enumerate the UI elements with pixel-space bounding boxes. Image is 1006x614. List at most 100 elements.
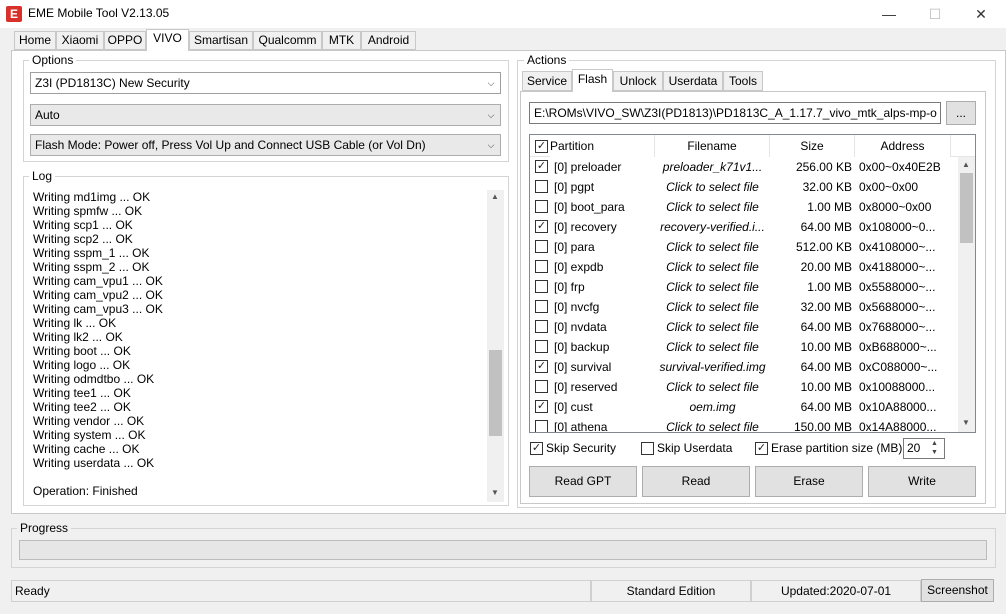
partition-cell: [0] recovery [554, 220, 617, 234]
table-scrollbar[interactable]: ▲ ▼ [958, 157, 975, 432]
table-row[interactable]: ✓ [0] recovery recovery-verified.i... 64.00… [530, 217, 958, 237]
log-scroll-thumb[interactable] [489, 350, 502, 436]
tab-qualcomm[interactable]: Qualcomm [253, 31, 322, 50]
minimize-icon[interactable]: — [866, 0, 912, 28]
table-row[interactable]: [0] athena Click to select file 150.00 MB 0… [530, 417, 958, 432]
address-cell: 0xC088000~... [859, 360, 938, 374]
write-button[interactable]: Write [868, 466, 976, 497]
row-checkbox[interactable] [535, 260, 548, 273]
scroll-down-icon[interactable]: ▼ [958, 418, 974, 427]
spin-up-icon[interactable]: ▲ [931, 439, 938, 448]
skip-userdata-checkbox[interactable] [641, 442, 654, 455]
row-checkbox[interactable] [535, 420, 548, 432]
log-scrollbar[interactable]: ▲ ▼ [487, 190, 504, 502]
maximize-icon[interactable]: ☐ [912, 0, 958, 28]
filename-cell[interactable]: Click to select file [655, 197, 770, 217]
flash-mode-select[interactable]: Flash Mode: Power off, Press Vol Up and … [30, 134, 501, 156]
tab-flash[interactable]: Flash [572, 69, 613, 92]
tab-vivo[interactable]: VIVO [146, 29, 189, 51]
filename-cell[interactable]: preloader_k71v1... [655, 157, 770, 177]
filename-cell[interactable]: Click to select file [655, 337, 770, 357]
tab-xiaomi[interactable]: Xiaomi [56, 31, 104, 50]
log-finished-line: Operation: Finished [33, 484, 138, 498]
filename-cell[interactable]: Click to select file [655, 297, 770, 317]
row-checkbox[interactable] [535, 380, 548, 393]
filename-cell[interactable]: survival-verified.img [655, 357, 770, 377]
tab-service[interactable]: Service [522, 71, 572, 91]
filename-cell[interactable]: Click to select file [655, 257, 770, 277]
browse-button[interactable]: ... [946, 101, 976, 125]
filename-cell[interactable]: oem.img [655, 397, 770, 417]
header-address[interactable]: Address [855, 135, 951, 157]
partition-table[interactable]: ✓ Partition Filename Size Address ✓ [0] p… [529, 134, 976, 433]
table-row[interactable]: ✓ [0] cust oem.img 64.00 MB 0x10A88000... [530, 397, 958, 417]
partition-cell: [0] boot_para [554, 200, 625, 214]
scroll-up-icon[interactable]: ▲ [958, 160, 974, 169]
tab-home[interactable]: Home [14, 31, 56, 50]
filename-cell[interactable]: Click to select file [655, 317, 770, 337]
row-checkbox[interactable]: ✓ [535, 400, 548, 413]
close-icon[interactable]: ✕ [958, 0, 1004, 28]
read-gpt-button[interactable]: Read GPT [529, 466, 637, 497]
table-row[interactable]: [0] nvcfg Click to select file 32.00 MB 0x5… [530, 297, 958, 317]
log-output[interactable]: Writing md1img ... OK Writing spmfw ... O… [33, 190, 473, 470]
erase-button[interactable]: Erase [755, 466, 863, 497]
filename-cell[interactable]: Click to select file [655, 377, 770, 397]
spin-down-icon[interactable]: ▼ [931, 448, 938, 457]
mode-select[interactable]: Auto ⌵ [30, 104, 501, 126]
log-line: Writing userdata ... OK [33, 456, 155, 470]
row-checkbox[interactable] [535, 200, 548, 213]
row-checkbox[interactable] [535, 300, 548, 313]
header-size[interactable]: Size [770, 135, 855, 157]
filename-cell[interactable]: Click to select file [655, 237, 770, 257]
filename-cell[interactable]: Click to select file [655, 277, 770, 297]
tab-tools[interactable]: Tools [723, 71, 763, 91]
size-cell: 64.00 MB [800, 360, 852, 374]
row-checkbox[interactable] [535, 280, 548, 293]
tab-oppo[interactable]: OPPO [104, 31, 146, 50]
table-row[interactable]: [0] nvdata Click to select file 64.00 MB 0x… [530, 317, 958, 337]
log-line: Writing system ... OK [33, 428, 146, 442]
table-row[interactable]: [0] frp Click to select file 1.00 MB 0x5588… [530, 277, 958, 297]
row-checkbox[interactable]: ✓ [535, 160, 548, 173]
row-checkbox[interactable]: ✓ [535, 220, 548, 233]
model-select[interactable]: Z3I (PD1813C) New Security ⌵ [30, 72, 501, 94]
tab-unlock[interactable]: Unlock [613, 71, 663, 91]
row-checkbox[interactable]: ✓ [535, 360, 548, 373]
skip-userdata-label: Skip Userdata [657, 441, 733, 455]
table-row[interactable]: [0] backup Click to select file 10.00 MB 0x… [530, 337, 958, 357]
filename-cell[interactable]: recovery-verified.i... [655, 217, 770, 237]
row-checkbox[interactable] [535, 180, 548, 193]
table-row[interactable]: [0] expdb Click to select file 20.00 MB 0x4… [530, 257, 958, 277]
table-row[interactable]: [0] para Click to select file 512.00 KB 0x4… [530, 237, 958, 257]
row-checkbox[interactable] [535, 240, 548, 253]
rom-path-input[interactable]: E:\ROMs\VIVO_SW\Z3I(PD1813)\PD1813C_A_1.… [529, 102, 941, 124]
tab-mtk[interactable]: MTK [322, 31, 361, 50]
scroll-up-icon[interactable]: ▲ [487, 192, 503, 201]
table-row[interactable]: ✓ [0] survival survival-verified.img 64.00 … [530, 357, 958, 377]
table-scroll-thumb[interactable] [960, 173, 973, 243]
mode-value: Auto [35, 108, 60, 122]
scroll-down-icon[interactable]: ▼ [487, 488, 503, 497]
row-checkbox[interactable] [535, 320, 548, 333]
filename-cell[interactable]: Click to select file [655, 417, 770, 432]
table-row[interactable]: [0] reserved Click to select file 10.00 MB… [530, 377, 958, 397]
select-all-checkbox[interactable]: ✓ [535, 140, 548, 153]
tab-userdata[interactable]: Userdata [663, 71, 723, 91]
read-button[interactable]: Read [642, 466, 750, 497]
row-checkbox[interactable] [535, 340, 548, 353]
table-row[interactable]: [0] boot_para Click to select file 1.00 MB… [530, 197, 958, 217]
skip-security-checkbox[interactable]: ✓ [530, 442, 543, 455]
log-line: Writing tee2 ... OK [33, 400, 131, 414]
tab-smartisan[interactable]: Smartisan [189, 31, 253, 50]
tab-android[interactable]: Android [361, 31, 416, 50]
screenshot-button[interactable]: Screenshot [921, 579, 994, 602]
erase-partition-checkbox[interactable]: ✓ [755, 442, 768, 455]
filename-cell[interactable]: Click to select file [655, 177, 770, 197]
header-partition[interactable]: Partition [550, 135, 655, 157]
table-row[interactable]: ✓ [0] preloader preloader_k71v1... 256.00 K… [530, 157, 958, 177]
erase-size-spinner[interactable]: 20 ▲ ▼ [903, 438, 945, 459]
status-text: Ready [11, 580, 591, 602]
table-row[interactable]: [0] pgpt Click to select file 32.00 KB 0x00… [530, 177, 958, 197]
header-filename[interactable]: Filename [655, 135, 770, 157]
